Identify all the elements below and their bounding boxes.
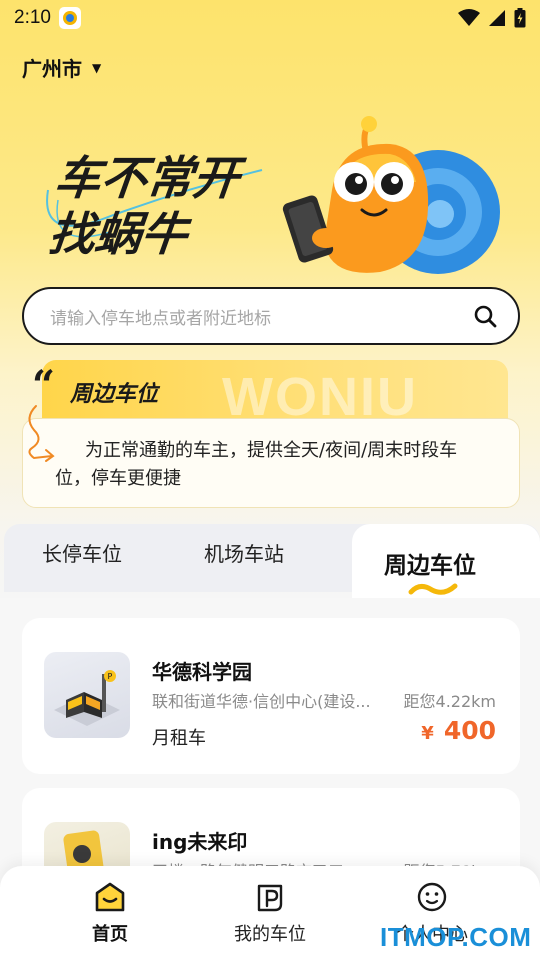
svg-text:P: P xyxy=(108,672,113,681)
promo-description-card: 为正常通勤的车主，提供全天/夜间/周末时段车位，停车更便捷 xyxy=(22,418,520,508)
snail-mascot-illustration xyxy=(282,116,500,274)
status-time: 2:10 xyxy=(14,7,51,28)
wifi-icon xyxy=(458,9,480,26)
signal-icon xyxy=(489,10,505,26)
quote-mark-icon: “ xyxy=(32,362,56,409)
slogan-line-1: 车不常开 xyxy=(52,151,242,205)
listing-title: 华德科学园 xyxy=(152,660,252,684)
city-name: 广州市 xyxy=(22,56,82,81)
tab-nearby-parking[interactable]: 周边车位 xyxy=(384,546,476,580)
status-bar: 2:10 xyxy=(0,0,540,36)
price-value: 400 xyxy=(443,716,496,745)
app-notification-icon xyxy=(58,7,81,29)
active-tab-indicator xyxy=(408,583,458,595)
search-placeholder: 请输入停车地点或者附近地标 xyxy=(50,308,271,329)
listing-address: 联和街道华德·信创中心(建设... xyxy=(152,692,371,711)
profile-face-icon xyxy=(417,882,447,912)
promo-watermark-text: WONIU xyxy=(222,367,418,426)
chevron-down-icon: ▼ xyxy=(92,61,102,75)
nav-home-label: 首页 xyxy=(92,924,128,945)
promo-title: 周边车位 xyxy=(70,382,159,407)
tab-airport-station[interactable]: 机场车站 xyxy=(204,538,284,567)
parking-list: P 华德科学园 联和街道华德·信创中心(建设... 距您4.22km 月租车 ¥… xyxy=(0,598,540,944)
listing-title: ing未来印 xyxy=(152,830,248,854)
status-icons xyxy=(458,8,526,28)
parking-listing-card[interactable]: P 华德科学园 联和街道华德·信创中心(建设... 距您4.22km 月租车 ¥… xyxy=(22,618,520,774)
parking-p-icon xyxy=(257,884,283,912)
parking-thumbnail: P xyxy=(44,652,130,738)
listing-price: ¥400 xyxy=(421,716,496,745)
hero-slogan: 车不常开 找蜗牛 xyxy=(46,150,242,262)
curl-arrow-decoration xyxy=(28,405,55,462)
currency-symbol: ¥ xyxy=(421,723,434,744)
search-input[interactable]: 请输入停车地点或者附近地标 xyxy=(22,287,520,345)
home-smile-icon xyxy=(95,882,125,912)
tab-long-term-parking[interactable]: 长停车位 xyxy=(42,538,122,567)
listing-rental-type: 月租车 xyxy=(152,728,206,749)
site-watermark: ITMOP.COM xyxy=(380,922,532,952)
promo-description: 为正常通勤的车主，提供全天/夜间/周末时段车位，停车更便捷 xyxy=(55,440,458,489)
slogan-line-2: 找蜗牛 xyxy=(46,207,190,261)
battery-icon xyxy=(514,8,526,28)
nav-my-parking[interactable]: 我的车位 xyxy=(210,880,330,946)
nav-home[interactable]: 首页 xyxy=(50,880,170,946)
nav-my-parking-label: 我的车位 xyxy=(234,924,306,945)
listing-distance: 距您4.22km xyxy=(403,692,496,711)
city-selector[interactable]: 广州市 ▼ xyxy=(22,52,101,82)
category-tabs: 长停车位 机场车站 周边车位 xyxy=(0,524,540,600)
search-icon[interactable] xyxy=(472,303,498,329)
